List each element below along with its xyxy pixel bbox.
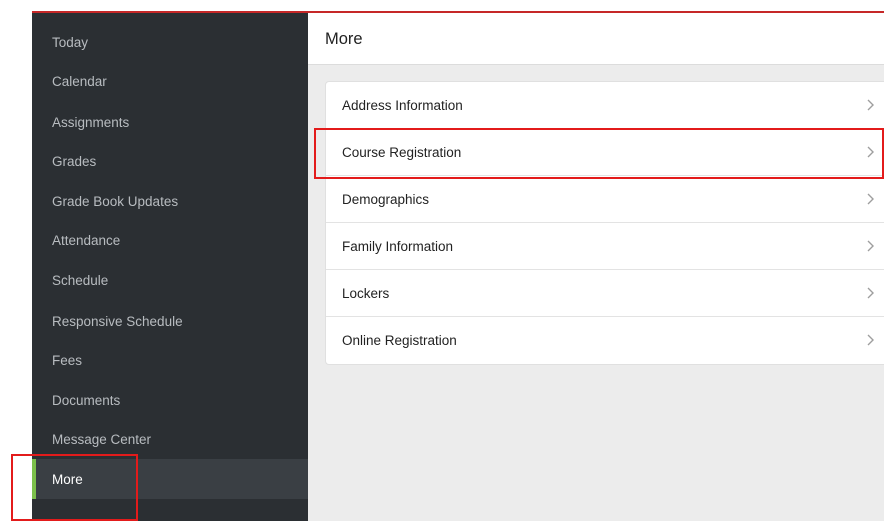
more-options-card: Address Information Course Registration … xyxy=(325,81,884,365)
sidebar-item-today[interactable]: Today xyxy=(32,22,308,62)
sidebar-item-label: Assignments xyxy=(52,114,130,130)
sidebar-item-documents[interactable]: Documents xyxy=(32,380,308,420)
list-item-label: Online Registration xyxy=(342,333,457,348)
sidebar-item-message-center[interactable]: Message Center xyxy=(32,419,308,459)
list-item-label: Demographics xyxy=(342,192,430,207)
list-item-lockers[interactable]: Lockers xyxy=(326,270,884,317)
sidebar-item-label: Calendar xyxy=(52,73,107,89)
sidebar-item-label: Grade Book Updates xyxy=(52,193,179,209)
sidebar-item-label: Today xyxy=(52,34,89,50)
chevron-right-icon xyxy=(867,99,874,111)
sidebar-item-attendance[interactable]: Attendance xyxy=(32,220,308,260)
sidebar-item-grade-book-updates[interactable]: Grade Book Updates xyxy=(32,181,308,221)
sidebar-item-label: Fees xyxy=(52,352,83,368)
main-content: More Address Information Course Registra… xyxy=(308,13,884,521)
list-item-label: Lockers xyxy=(342,286,390,301)
app-window: Today Calendar Assignments Grades Grade … xyxy=(0,0,884,521)
sidebar-item-label: Responsive Schedule xyxy=(52,313,183,329)
chevron-right-icon xyxy=(867,334,874,346)
chevron-right-icon xyxy=(867,193,874,205)
sidebar-item-calendar[interactable]: Calendar xyxy=(32,61,308,101)
sidebar-item-label: Grades xyxy=(52,153,97,169)
sidebar-item-grades[interactable]: Grades xyxy=(32,141,308,181)
chevron-right-icon xyxy=(867,287,874,299)
chevron-right-icon xyxy=(867,146,874,158)
sidebar-item-label: Schedule xyxy=(52,272,109,288)
list-item-family-information[interactable]: Family Information xyxy=(326,223,884,270)
sidebar-item-label: More xyxy=(52,471,83,487)
sidebar-item-fees[interactable]: Fees xyxy=(32,340,308,380)
page-title: More xyxy=(325,30,363,48)
sidebar-item-more[interactable]: More xyxy=(32,459,308,499)
sidebar-item-label: Message Center xyxy=(52,431,152,447)
page-header: More xyxy=(308,13,884,65)
sidebar-item-schedule[interactable]: Schedule xyxy=(32,260,308,300)
chevron-right-icon xyxy=(867,240,874,252)
sidebar-item-label: Documents xyxy=(52,392,121,408)
list-item-course-registration[interactable]: Course Registration xyxy=(326,129,884,176)
sidebar-item-label: Attendance xyxy=(52,232,121,248)
sidebar-item-assignments[interactable]: Assignments xyxy=(32,102,308,142)
sidebar: Today Calendar Assignments Grades Grade … xyxy=(32,13,308,521)
list-item-label: Course Registration xyxy=(342,145,462,160)
list-item-label: Family Information xyxy=(342,239,454,254)
list-item-demographics[interactable]: Demographics xyxy=(326,176,884,223)
list-item-address-information[interactable]: Address Information xyxy=(326,82,884,129)
list-item-online-registration[interactable]: Online Registration xyxy=(326,317,884,364)
sidebar-item-responsive-schedule[interactable]: Responsive Schedule xyxy=(32,301,308,341)
list-item-label: Address Information xyxy=(342,98,463,113)
